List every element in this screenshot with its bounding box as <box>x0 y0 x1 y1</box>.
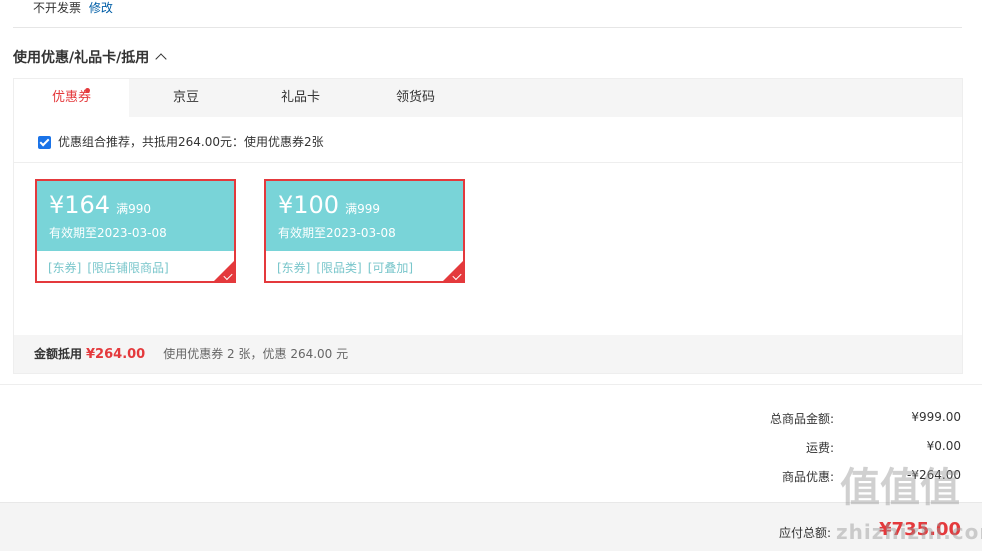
coupon-condition: 满990 <box>116 202 151 216</box>
discount-summary: 金额抵用 ¥264.00 使用优惠券 2 张，优惠 264.00 元 <box>14 335 962 373</box>
coupon-tag: [限店铺限商品] <box>87 261 169 275</box>
invoice-text: 不开发票 <box>33 1 82 15</box>
summary-desc: 使用优惠券 2 张，优惠 264.00 元 <box>163 347 349 361</box>
tab-redeem-code[interactable]: 领货码 <box>358 79 473 117</box>
coupon-card[interactable]: ¥100 满999 有效期至2023-03-08 [东券] [限品类] [可叠加] <box>264 179 465 283</box>
coupon-validity: 有效期至2023-03-08 <box>278 226 396 240</box>
divider <box>0 384 982 385</box>
coupon-amount-row: ¥100 满999 <box>278 190 380 224</box>
goods-discount-label: 商品优惠: <box>781 470 834 484</box>
tab-label: 京豆 <box>172 90 199 105</box>
tab-jingdou[interactable]: 京豆 <box>129 79 243 117</box>
discount-tabs: 优惠券 京豆 礼品卡 领货码 <box>14 79 962 117</box>
total-goods-label: 总商品金额: <box>769 412 834 426</box>
tab-coupons[interactable]: 优惠券 <box>14 79 129 117</box>
notification-dot-icon <box>85 88 90 93</box>
summary-label: 金额抵用 <box>34 347 83 361</box>
coupon-amount: ¥100 <box>278 191 340 219</box>
coupon-validity: 有效期至2023-03-08 <box>49 226 167 240</box>
shipping-value: ¥0.00 <box>926 439 961 453</box>
shipping-label: 运费: <box>805 441 834 455</box>
discount-panel: 优惠券 京豆 礼品卡 领货码 优惠组合推荐，共抵用264.00元：使用优惠券2张… <box>13 78 963 374</box>
total-goods-value: ¥999.00 <box>911 410 961 424</box>
coupon-header: ¥100 满999 有效期至2023-03-08 <box>266 181 463 251</box>
coupon-tag: [东券] <box>277 261 311 275</box>
invoice-edit-link[interactable]: 修改 <box>89 1 113 15</box>
combo-text: 优惠组合推荐，共抵用264.00元：使用优惠券2张 <box>58 135 324 149</box>
payable-label: 应付总额: <box>778 526 831 540</box>
coupon-amount-row: ¥164 满990 <box>49 190 151 224</box>
divider <box>14 162 962 163</box>
coupon-tags: [东券] [限店铺限商品] <box>48 259 175 276</box>
tab-label: 礼品卡 <box>280 90 320 105</box>
coupon-tag: [可叠加] <box>367 261 414 275</box>
coupon-amount: ¥164 <box>49 191 111 219</box>
coupon-card[interactable]: ¥164 满990 有效期至2023-03-08 [东券] [限店铺限商品] <box>35 179 236 283</box>
invoice-row: 不开发票 修改 <box>33 0 113 16</box>
coupon-tag: [东券] <box>48 261 82 275</box>
discount-section-header[interactable]: 使用优惠/礼品卡/抵用 <box>13 48 167 68</box>
goods-discount-value: -¥264.00 <box>907 468 961 482</box>
payable-bar: 应付总额: ¥735.00 <box>0 502 982 551</box>
checkbox-checked-icon[interactable] <box>38 135 51 149</box>
coupon-header: ¥164 满990 有效期至2023-03-08 <box>37 181 234 251</box>
coupon-condition: 满999 <box>345 202 380 216</box>
tab-gift-card[interactable]: 礼品卡 <box>243 79 358 117</box>
combo-recommendation[interactable]: 优惠组合推荐，共抵用264.00元：使用优惠券2张 <box>38 134 324 150</box>
chevron-up-icon[interactable] <box>155 53 167 65</box>
coupon-tag: [限品类] <box>316 261 362 275</box>
divider <box>13 27 962 28</box>
section-title: 使用优惠/礼品卡/抵用 <box>13 50 150 66</box>
tab-label: 领货码 <box>395 90 435 105</box>
coupon-tags: [东券] [限品类] [可叠加] <box>277 259 419 276</box>
summary-amount: ¥264.00 <box>86 347 146 362</box>
payable-value: ¥735.00 <box>879 519 961 540</box>
